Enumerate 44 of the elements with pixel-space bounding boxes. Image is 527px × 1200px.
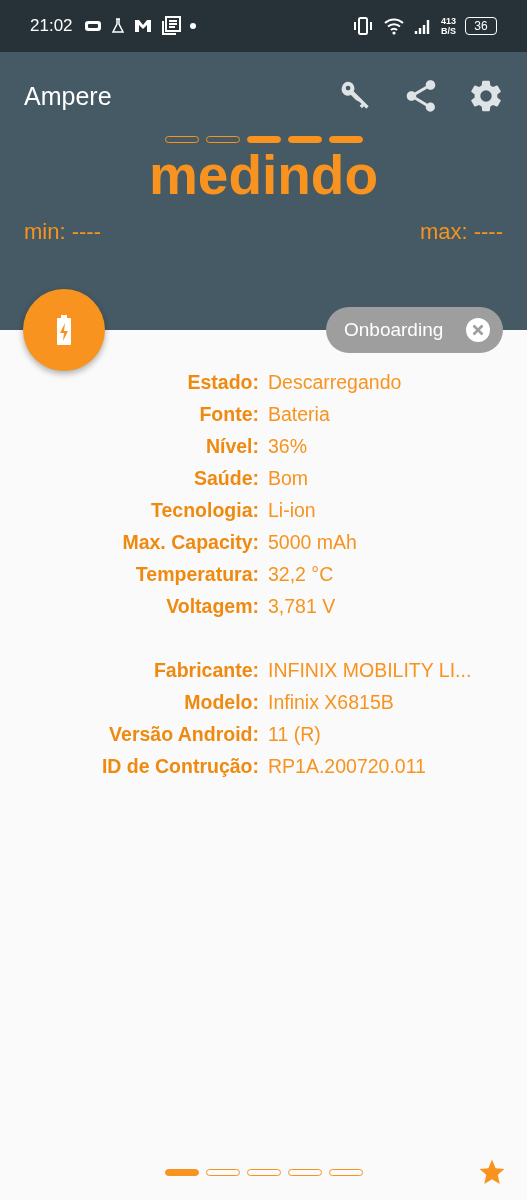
info-label: Fonte: xyxy=(198,402,259,426)
close-icon[interactable] xyxy=(465,317,491,343)
info-label: Modelo: xyxy=(183,690,259,714)
info-value: 11 (R) xyxy=(268,722,322,746)
flask-icon xyxy=(110,18,125,34)
info-value: 32,2 °C xyxy=(268,562,335,586)
info-label: Max. Capacity: xyxy=(121,530,259,554)
info-value: INFINIX MOBILITY LI... xyxy=(268,658,473,682)
info-label: Tecnologia: xyxy=(150,498,259,522)
wifi-icon xyxy=(382,17,405,35)
info-label: Temperatura: xyxy=(134,562,259,586)
measurement-status: medindo xyxy=(147,143,380,207)
network-unit: B/S xyxy=(440,26,456,36)
info-label: Saúde: xyxy=(193,466,259,490)
battery-charging-icon xyxy=(56,314,72,346)
battery-indicator: 36 xyxy=(465,17,497,35)
info-label: ID de Contrução: xyxy=(100,754,259,778)
onboarding-chip[interactable]: Onboarding xyxy=(326,307,503,353)
info-label: Fabricante: xyxy=(152,658,259,682)
max-reading: max: ---- xyxy=(419,219,503,245)
info-value: Bom xyxy=(268,466,310,490)
info-label: Voltagem: xyxy=(165,594,259,618)
news-icon xyxy=(160,16,181,36)
info-value: Li-ion xyxy=(268,498,317,522)
info-value: 36% xyxy=(268,434,309,458)
min-reading: min: ---- xyxy=(24,219,101,245)
page-indicator[interactable] xyxy=(164,1168,199,1176)
dot-icon xyxy=(189,23,196,29)
info-value: Infinix X6815B xyxy=(268,690,395,714)
chip-label: Onboarding xyxy=(344,319,444,341)
info-label: Estado: xyxy=(186,370,259,394)
info-value: RP1A.200720.011 xyxy=(268,754,427,778)
info-value: Descarregando xyxy=(268,370,403,394)
info-label: Versão Android: xyxy=(108,722,259,746)
info-value: 3,781 V xyxy=(268,594,337,618)
app-title: Ampere xyxy=(24,81,112,111)
network-speed: 413 xyxy=(440,16,456,26)
battery-fab[interactable] xyxy=(23,289,105,371)
signal-icon xyxy=(413,17,432,35)
info-value: 5000 mAh xyxy=(268,530,358,554)
vibrate-icon xyxy=(351,17,374,35)
clock: 21:02 xyxy=(30,16,73,36)
info-label: Nível: xyxy=(204,434,259,458)
info-value: Bateria xyxy=(268,402,331,426)
